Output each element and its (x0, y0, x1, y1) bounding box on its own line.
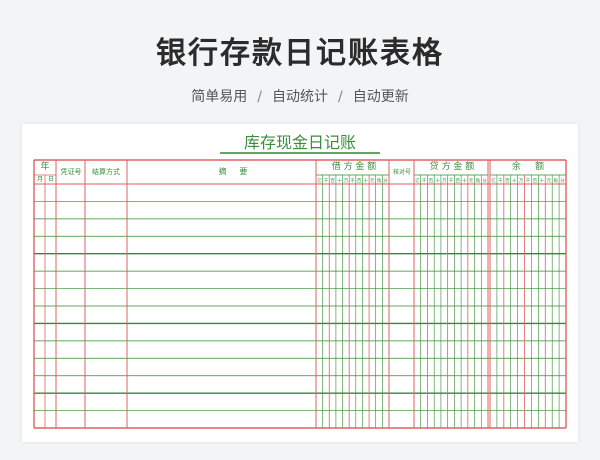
feature-tag-auto-stats: 自动统计 (272, 89, 328, 105)
feature-tags: 简单易用 / 自动统计 / 自动更新 (0, 86, 600, 106)
digit-label: 角 (377, 177, 382, 184)
header-year: 年 (40, 160, 49, 172)
digit-label: 百 (357, 178, 362, 184)
digit-label: 十 (435, 177, 440, 184)
digit-label: 角 (476, 177, 481, 184)
digit-label: 分 (383, 177, 388, 184)
ledger-sheet: 库存现金日记账 年 月 日 凭证号 结算方式 摘 要 借 方 金 额 核对号 贷… (22, 124, 578, 442)
digit-label: 亿 (491, 177, 496, 184)
digit-label: 十 (540, 177, 545, 184)
ledger-title: 库存现金日记账 (244, 133, 356, 152)
digit-label: 十 (337, 177, 342, 184)
page-title: 银行存款日记账表格 (156, 36, 444, 71)
header-debit: 借 方 金 额 (332, 160, 377, 172)
digit-label: 亿 (317, 177, 322, 184)
digit-label: 元 (370, 178, 375, 184)
digit-label: 千 (422, 177, 427, 184)
header-method: 结算方式 (92, 167, 120, 176)
header-summary: 摘 要 (219, 166, 248, 176)
digit-label: 十 (364, 177, 369, 184)
tag-separator: / (338, 89, 343, 105)
digit-label: 百 (429, 178, 434, 184)
digit-label: 百 (455, 178, 460, 184)
digit-label: 千 (350, 177, 355, 184)
header-credit: 贷 方 金 额 (430, 160, 475, 172)
ledger-table: 库存现金日记账 年 月 日 凭证号 结算方式 摘 要 借 方 金 额 核对号 贷… (33, 133, 567, 429)
digit-label: 元 (546, 178, 551, 184)
digit-label: 元 (469, 178, 474, 184)
header-balance: 余 额 (512, 160, 544, 172)
digit-labels: 亿千百十万千百十元角分亿千百十万千百十元角分亿千百十万千百十元角分 (317, 177, 565, 184)
digit-label: 角 (553, 177, 558, 184)
feature-tag-easy: 简单易用 (191, 89, 248, 105)
digit-label: 万 (344, 178, 349, 184)
ledger-grid (33, 159, 567, 429)
digit-label: 分 (560, 177, 565, 184)
digit-label: 万 (442, 178, 447, 184)
header-voucher: 凭证号 (61, 167, 82, 176)
digit-label: 百 (533, 178, 538, 184)
digit-label: 百 (330, 178, 335, 184)
digit-label: 亿 (415, 177, 420, 184)
header-day: 日 (48, 176, 54, 183)
digit-label: 万 (519, 178, 524, 184)
digit-label: 十 (512, 177, 517, 184)
digit-label: 千 (324, 177, 329, 184)
header-month: 月 (37, 176, 43, 183)
digit-label: 十 (462, 177, 467, 184)
tag-separator: / (257, 89, 262, 105)
digit-label: 千 (498, 177, 503, 184)
digit-label: 千 (526, 177, 531, 184)
digit-label: 百 (505, 178, 510, 184)
digit-label: 千 (449, 177, 454, 184)
digit-label: 分 (482, 177, 487, 184)
header-check: 核对号 (393, 168, 411, 176)
feature-tag-auto-update: 自动更新 (352, 89, 409, 105)
